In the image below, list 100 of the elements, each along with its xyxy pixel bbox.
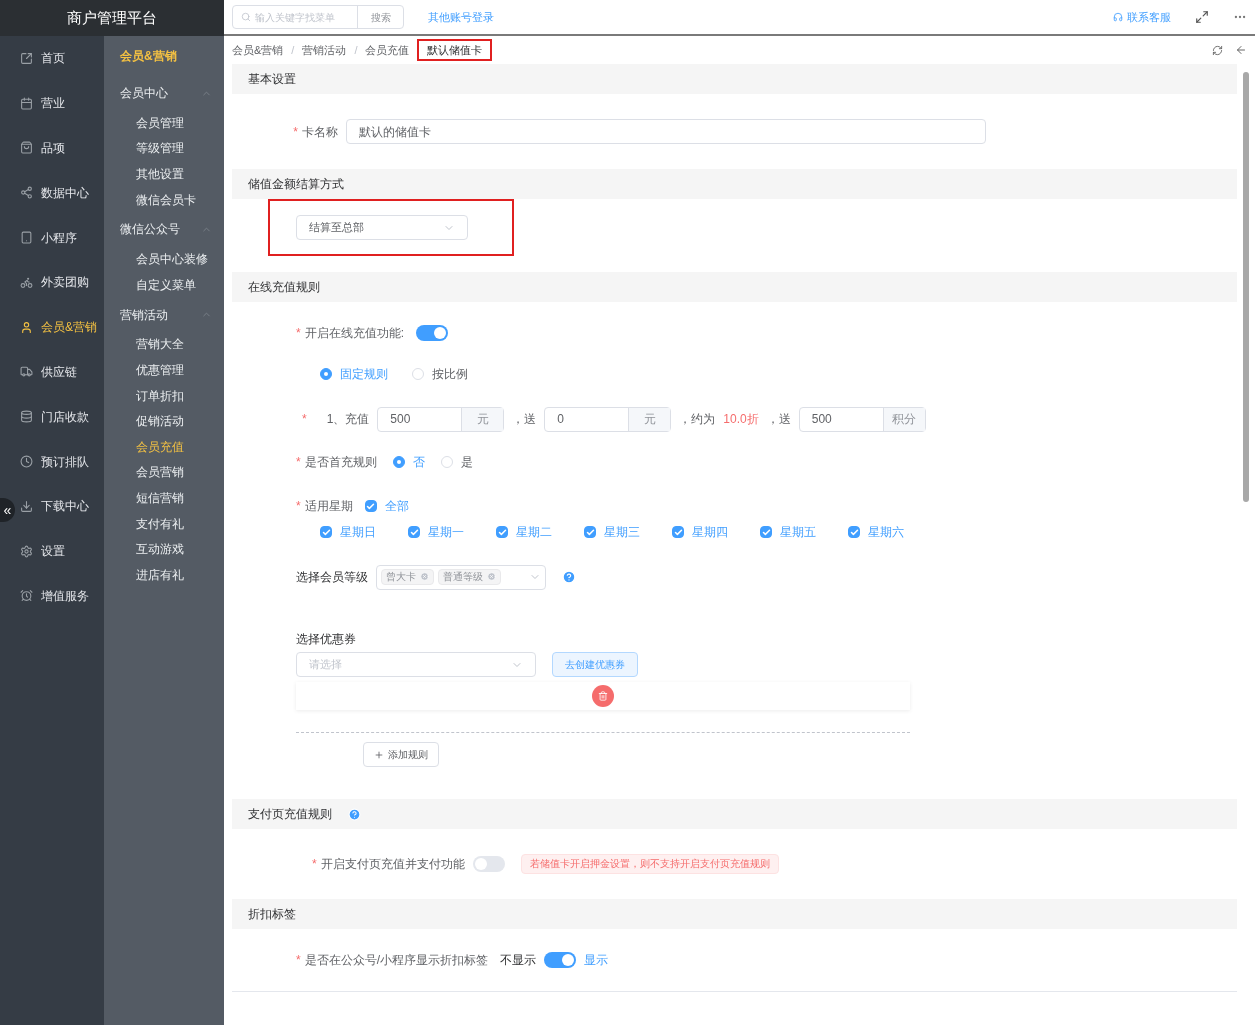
section-title: 基本设置 [248, 71, 296, 87]
submenu-item[interactable]: 营销大全 [104, 331, 224, 358]
nav-item[interactable]: 供应链 [16, 349, 104, 395]
phone-icon [20, 231, 33, 245]
window-icon [20, 51, 33, 65]
submenu-title: 会员&营销 [119, 48, 178, 65]
breadcrumb-link[interactable]: 会员&营销 [232, 41, 284, 59]
breadcrumb-link[interactable]: 营销活动 [302, 41, 347, 59]
required-mark: * [312, 857, 317, 871]
section-title: 支付页充值规则 [248, 806, 332, 822]
submenu-group[interactable]: 微信公众号 [104, 212, 224, 247]
close-icon[interactable] [487, 572, 496, 582]
submenu-item[interactable]: 互动游戏 [104, 536, 224, 562]
number-field[interactable]: 500 元 [377, 406, 505, 432]
add-rule-button[interactable]: 添加规则 [363, 742, 439, 767]
submenu-item[interactable]: 优惠管理 [104, 357, 224, 383]
check-icon [366, 501, 376, 511]
settlement-select[interactable]: 结算至总部 [296, 215, 468, 240]
toggle-switch[interactable] [544, 952, 576, 968]
collapse-button[interactable]: « [0, 498, 15, 522]
submenu-item[interactable]: 进店有礼 [104, 561, 224, 588]
unit-label: 元 [461, 407, 504, 431]
nav-item[interactable]: 会员&营销 [16, 304, 104, 350]
check-icon [761, 527, 771, 537]
plus-icon [374, 749, 384, 760]
nav-item[interactable]: 品项 [16, 125, 104, 171]
submenu-group[interactable]: 会员中心 [104, 76, 224, 110]
required-mark: * [296, 326, 301, 340]
check-icon [409, 527, 419, 537]
submenu-item[interactable]: 会员管理 [104, 110, 224, 136]
required-mark: * [296, 454, 301, 469]
submenu-group[interactable]: 营销活动 [104, 297, 224, 332]
field-label: ，送 [512, 411, 537, 427]
toggle-switch[interactable] [472, 856, 505, 872]
bike-icon [20, 275, 33, 289]
headphones-icon [1113, 12, 1123, 22]
nav-item[interactable]: 外卖团购 [16, 260, 104, 305]
breadcrumb-current: 默认储值卡 [417, 38, 493, 62]
submenu-item[interactable]: 其他设置 [104, 161, 224, 187]
truck-icon [20, 365, 33, 379]
number-field[interactable]: 500 积分 [798, 406, 926, 432]
required-mark: * [296, 499, 301, 513]
app-title: 商户管理平台 [67, 7, 157, 28]
submenu-item[interactable]: 会员营销 [104, 459, 224, 486]
section-title: 储值金额结算方式 [248, 176, 344, 192]
nav-item[interactable]: 设置 [16, 528, 104, 574]
nav-item[interactable]: 数据中心 [16, 170, 104, 216]
number-field[interactable]: 0 元 [544, 406, 672, 432]
help-icon[interactable] [562, 570, 576, 584]
required-mark: * [296, 953, 301, 967]
field-label: ，送 [766, 411, 791, 427]
back-icon[interactable] [1235, 44, 1247, 56]
user-icon [20, 320, 33, 334]
submenu-item[interactable]: 支付有礼 [104, 510, 224, 537]
breadcrumb-link[interactable]: 会员充值 [365, 41, 410, 59]
refresh-icon[interactable] [1212, 44, 1223, 56]
submenu-item[interactable]: 会员充值 [104, 433, 224, 460]
settings-icon [20, 544, 33, 558]
field-label: 开启在线充值功能: [304, 326, 404, 340]
submenu-item[interactable]: 自定义菜单 [104, 271, 224, 298]
nav-item[interactable]: 增值服务 [16, 573, 104, 619]
submenu-item[interactable]: 订单折扣 [104, 382, 224, 409]
field-label: 是否首充规则 [304, 454, 377, 469]
alarm-clock-icon [20, 589, 33, 603]
check-icon [849, 527, 859, 537]
breadcrumb-separator: / [354, 42, 358, 58]
check-icon [673, 527, 683, 537]
field-label: 1、充值 [326, 411, 370, 427]
delete-button[interactable] [592, 685, 614, 707]
nav-item[interactable]: 小程序 [16, 215, 104, 260]
nav-item[interactable]: 首页 [16, 36, 104, 81]
check-icon [585, 527, 595, 537]
field-label: ，约为 [679, 411, 716, 427]
fullscreen-icon[interactable] [1195, 10, 1209, 24]
submenu-item[interactable]: 促销活动 [104, 408, 224, 434]
submenu-item[interactable]: 会员中心装修 [104, 246, 224, 272]
help-icon[interactable] [348, 807, 361, 821]
section-title: 在线充值规则 [248, 279, 320, 295]
unit-label: 元 [628, 407, 671, 431]
submenu-item[interactable]: 微信会员卡 [104, 186, 224, 213]
calendar-icon [20, 96, 33, 110]
submenu-item[interactable]: 短信营销 [104, 485, 224, 511]
nav-item[interactable]: 下载中心 [16, 483, 104, 529]
nav-item[interactable]: 预订排队 [16, 439, 104, 484]
bag-icon [20, 141, 33, 155]
database-icon [20, 410, 33, 424]
field-label: 开启支付页充值并支付功能 [320, 857, 465, 871]
nav-item[interactable]: 门店收款 [16, 394, 104, 440]
switch-label: 不显示 [500, 952, 536, 968]
close-icon[interactable] [420, 572, 429, 582]
radio-option[interactable]: 是 [440, 453, 473, 470]
radio-option[interactable]: 按比例 [412, 366, 468, 382]
warning-tag: 若储值卡开启押金设置，则不支持开启支付页充值规则 [520, 854, 779, 874]
share-icon [20, 186, 33, 200]
field-label: 适用星期 [304, 499, 353, 513]
submenu-item[interactable]: 等级管理 [104, 135, 224, 162]
card-name-field[interactable]: 默认的储值卡 [346, 119, 986, 144]
field-label: 选择会员等级 [296, 569, 368, 585]
toggle-switch[interactable] [416, 325, 448, 341]
nav-item[interactable]: 营业 [16, 80, 104, 126]
